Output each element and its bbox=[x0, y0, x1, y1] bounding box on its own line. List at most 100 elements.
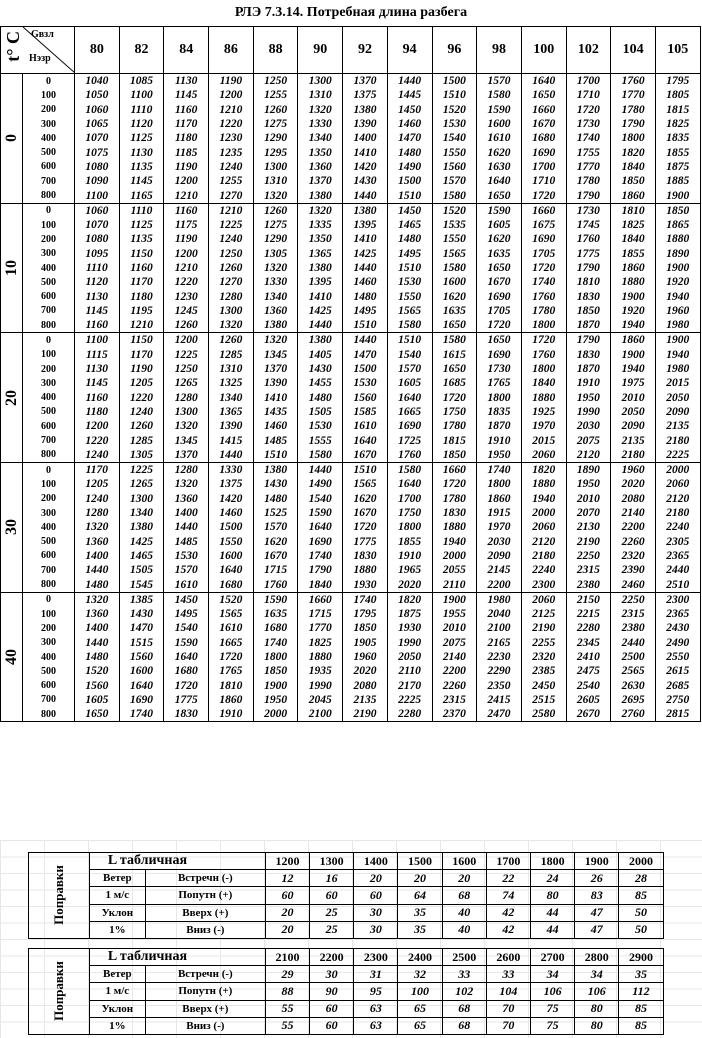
run-length-cell: 1070 bbox=[74, 131, 120, 146]
run-length-cell: 1760 bbox=[252, 577, 299, 593]
run-length-cell: 1665 bbox=[208, 635, 254, 650]
run-length-cell: 1635 bbox=[476, 246, 522, 261]
run-length-cell: 1820 bbox=[520, 462, 567, 478]
run-length-cell: 1270 bbox=[208, 188, 254, 204]
run-length-cell: 1900 bbox=[252, 678, 299, 693]
table-row: 800 1480 1545 1610 1680 1760 1840 1930 2020 2110 2… bbox=[1, 577, 701, 593]
run-length-cell: 2440 bbox=[654, 563, 701, 578]
run-length-cell: 1220 bbox=[118, 390, 165, 405]
run-length-cell: 1790 bbox=[565, 332, 612, 348]
run-length-cell: 1640 bbox=[476, 174, 522, 189]
run-length-cell: 1990 bbox=[386, 635, 433, 650]
run-length-cell: 1370 bbox=[163, 447, 210, 464]
run-length-cell: 1900 bbox=[431, 591, 478, 607]
run-length-cell: 2440 bbox=[610, 635, 656, 650]
run-length-cell: 2370 bbox=[431, 707, 478, 723]
correction-direction-label: Вверх (+) bbox=[145, 1000, 266, 1018]
correction-direction-label: Вниз (-) bbox=[145, 921, 266, 939]
run-length-cell: 1640 bbox=[520, 73, 567, 89]
run-length-cell: 1135 bbox=[118, 232, 165, 247]
run-length-cell: 1730 bbox=[565, 116, 612, 132]
run-length-cell: 1190 bbox=[208, 73, 254, 89]
correction-value-cell: 65 bbox=[397, 1017, 443, 1035]
altitude-cell: 100 bbox=[22, 88, 75, 103]
run-length-cell: 1130 bbox=[74, 289, 120, 304]
run-length-cell: 1320 bbox=[252, 260, 299, 276]
run-length-cell: 1260 bbox=[252, 102, 299, 117]
run-length-cell: 1310 bbox=[297, 88, 344, 103]
altitude-cell: 300 bbox=[22, 376, 75, 391]
altitude-cell: 800 bbox=[22, 447, 75, 464]
run-length-cell: 1635 bbox=[431, 303, 478, 319]
run-length-cell: 1970 bbox=[520, 419, 567, 434]
run-length-cell: 1480 bbox=[74, 577, 120, 593]
run-length-cell: 1560 bbox=[74, 678, 120, 693]
l-value-cell: 2600 bbox=[486, 947, 531, 967]
run-length-cell: 2300 bbox=[654, 591, 701, 607]
run-length-cell: 2615 bbox=[654, 664, 701, 679]
table-row: 600 1400 1465 1530 1600 1670 1740 1830 1910 2000 2… bbox=[1, 548, 701, 564]
run-length-cell: 2100 bbox=[297, 707, 344, 723]
altitude-cell: 300 bbox=[22, 246, 75, 261]
correction-value-cell: 32 bbox=[397, 965, 443, 984]
run-length-cell: 1390 bbox=[342, 116, 388, 132]
run-length-cell: 2565 bbox=[610, 664, 656, 679]
run-length-cell: 1260 bbox=[252, 202, 299, 218]
l-value-cell: 2100 bbox=[265, 947, 311, 967]
run-length-cell: 1180 bbox=[163, 131, 210, 146]
altitude-cell: 200 bbox=[22, 361, 75, 377]
run-length-cell: 1835 bbox=[476, 404, 522, 420]
run-length-cell: 1870 bbox=[565, 318, 612, 334]
run-length-cell: 1600 bbox=[118, 664, 165, 679]
weight-column-header: 92 bbox=[342, 26, 388, 74]
run-length-cell: 1290 bbox=[252, 131, 299, 146]
table-row: 500 1360 1425 1485 1550 1620 1690 1775 1855 1940 2… bbox=[1, 534, 701, 549]
run-length-cell: 1705 bbox=[476, 303, 522, 319]
run-length-cell: 2315 bbox=[431, 692, 478, 708]
run-length-cell: 2020 bbox=[386, 577, 433, 593]
run-length-cell: 1300 bbox=[252, 159, 299, 175]
run-length-cell: 1940 bbox=[654, 347, 701, 362]
run-length-cell: 1925 bbox=[520, 404, 567, 420]
run-length-cell: 1500 bbox=[208, 520, 254, 535]
run-length-cell: 1800 bbox=[476, 390, 522, 405]
run-length-cell: 1815 bbox=[431, 433, 478, 448]
run-length-cell: 1720 bbox=[520, 260, 567, 276]
temperature-value: 10 bbox=[2, 260, 20, 276]
run-length-cell: 1420 bbox=[342, 159, 388, 175]
run-length-cell: 1120 bbox=[74, 275, 120, 290]
run-length-cell: 1835 bbox=[654, 131, 701, 146]
run-length-cell: 1260 bbox=[163, 318, 210, 334]
corrections-header-row: Поправки L табличная 2100 2200 2300 2400 2500 2… bbox=[28, 947, 664, 1035]
run-length-cell: 1650 bbox=[476, 188, 522, 204]
run-length-cell: 1640 bbox=[118, 678, 165, 693]
run-length-cell: 1920 bbox=[610, 303, 656, 319]
run-length-cell: 1840 bbox=[610, 159, 656, 175]
run-length-cell: 1395 bbox=[297, 275, 344, 290]
run-length-cell: 1180 bbox=[74, 404, 120, 420]
run-length-cell: 1810 bbox=[565, 275, 612, 290]
run-length-cell: 1765 bbox=[476, 376, 522, 391]
run-length-cell: 1245 bbox=[163, 303, 210, 319]
run-length-cell: 1795 bbox=[342, 606, 388, 622]
corrections-side-label: Поправки bbox=[28, 948, 90, 1035]
run-length-cell: 1400 bbox=[163, 505, 210, 521]
run-length-cell: 2010 bbox=[431, 621, 478, 636]
run-length-cell: 1380 bbox=[297, 332, 344, 348]
correction-value-cell: 65 bbox=[397, 1000, 443, 1018]
run-length-cell: 1800 bbox=[520, 318, 567, 334]
table-row: 300 1440 1515 1590 1665 1740 1825 1905 1990 2075 2… bbox=[1, 635, 701, 650]
run-length-cell: 1130 bbox=[74, 361, 120, 377]
run-length-cell: 1240 bbox=[74, 491, 120, 506]
run-length-cell: 1370 bbox=[252, 361, 299, 377]
run-length-cell: 1410 bbox=[342, 232, 388, 247]
run-length-cell: 1550 bbox=[386, 289, 433, 304]
run-length-cell: 2040 bbox=[476, 606, 522, 622]
run-length-cell: 1560 bbox=[431, 159, 478, 175]
run-length-cell: 1360 bbox=[163, 491, 210, 506]
run-length-cell: 1555 bbox=[297, 433, 344, 448]
run-length-cell: 1205 bbox=[118, 376, 165, 391]
run-length-cell: 1690 bbox=[476, 347, 522, 362]
run-length-cell: 1530 bbox=[431, 116, 478, 132]
run-length-cell: 1680 bbox=[520, 131, 567, 146]
